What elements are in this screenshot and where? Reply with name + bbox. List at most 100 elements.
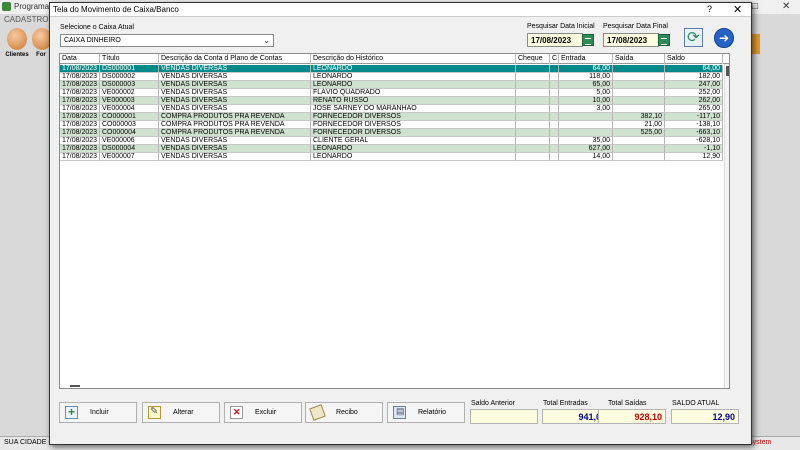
cell-data: 17/08/2023: [60, 145, 100, 153]
cell-c: [550, 81, 559, 89]
table-row[interactable]: 17/08/2023 VE000002 VENDAS DIVERSAS FLÁVIO …: [60, 89, 723, 97]
cell-saldo: -1,10: [665, 145, 723, 153]
cell-cheque: [516, 153, 550, 161]
table-row[interactable]: 17/08/2023 DS000004 VENDAS DIVERSAS LEONARD…: [60, 145, 723, 153]
menu-cadastros[interactable]: CADASTROS: [4, 15, 54, 24]
cell-data: 17/08/2023: [60, 65, 100, 73]
saldo-atual-label: SALDO ATUAL: [672, 400, 720, 407]
table-row[interactable]: 17/08/2023 DS000003 VENDAS DIVERSAS LEONARD…: [60, 81, 723, 89]
horizontal-scroll-thumb[interactable]: [70, 385, 80, 387]
cell-cheque: [516, 73, 550, 81]
date-end-label: Pesquisar Data Final: [603, 23, 668, 30]
cell-cheque: [516, 129, 550, 137]
table-row[interactable]: 17/08/2023 CO000003 COMPRA PRODUTOS PRA RE…: [60, 121, 723, 129]
cell-cheque: [516, 121, 550, 129]
excluir-button[interactable]: Excluir: [224, 402, 302, 423]
col-header-entrada[interactable]: Entrada: [559, 54, 613, 64]
recibo-button[interactable]: Recibo: [305, 402, 383, 423]
cell-conta: VENDAS DIVERSAS: [159, 145, 311, 153]
cell-saida: 21,00: [613, 121, 665, 129]
cell-c: [550, 73, 559, 81]
saldo-anterior-value: [470, 409, 538, 424]
arrow-right-icon[interactable]: ➜: [714, 28, 734, 48]
cell-cheque: [516, 97, 550, 105]
alterar-button[interactable]: Alterar: [142, 402, 220, 423]
maximize-icon[interactable]: □: [752, 1, 758, 12]
cell-historico: LEONARDO: [311, 73, 516, 81]
toolbar-clientes-label: Clientes: [5, 52, 29, 58]
vertical-scroll-thumb[interactable]: [726, 66, 729, 76]
caixa-select-value: CAIXA DINHEIRO: [64, 37, 121, 44]
cell-conta: VENDAS DIVERSAS: [159, 105, 311, 113]
cell-c: [550, 145, 559, 153]
caixa-select[interactable]: CAIXA DINHEIRO ⌄: [60, 34, 274, 47]
background-toolbar-edge: [752, 34, 760, 54]
date-start-calendar-icon[interactable]: [582, 34, 594, 46]
table-row[interactable]: 17/08/2023 VE000003 VENDAS DIVERSAS RENATO …: [60, 97, 723, 105]
saldo-atual-value: 12,90: [671, 409, 739, 424]
col-header-cheque[interactable]: Cheque: [516, 54, 550, 64]
cell-saldo: 262,00: [665, 97, 723, 105]
cell-conta: COMPRA PRODUTOS PRA REVENDA: [159, 113, 311, 121]
help-icon[interactable]: ?: [707, 4, 712, 14]
toolbar-clientes-button[interactable]: Clientes: [3, 28, 31, 62]
cell-entrada: 5,00: [559, 89, 613, 97]
vertical-scrollbar[interactable]: [724, 64, 729, 388]
cell-saldo: 247,00: [665, 81, 723, 89]
cell-historico: LEONARDO: [311, 65, 516, 73]
dialog-title: Tela do Movimento de Caixa/Banco: [53, 5, 179, 14]
movements-grid[interactable]: Data Título Descrição da Conta d Plano d…: [59, 53, 730, 389]
cell-titulo: DS000002: [100, 73, 159, 81]
col-header-saida[interactable]: Saída: [613, 54, 665, 64]
cell-data: 17/08/2023: [60, 89, 100, 97]
report-printer-icon: [393, 406, 406, 419]
relatorio-button[interactable]: Relatório: [387, 402, 465, 423]
col-header-historico[interactable]: Descrição do Histórico: [311, 54, 516, 64]
cell-saldo: 64,00: [665, 65, 723, 73]
col-header-c[interactable]: C: [550, 54, 559, 64]
table-row[interactable]: 17/08/2023 VE000006 VENDAS DIVERSAS CLIENTE…: [60, 137, 723, 145]
refresh-button[interactable]: [684, 28, 703, 47]
cell-saida: [613, 105, 665, 113]
cell-conta: VENDAS DIVERSAS: [159, 89, 311, 97]
date-start-input[interactable]: 17/08/2023: [527, 33, 583, 47]
cell-cheque: [516, 113, 550, 121]
cell-c: [550, 89, 559, 97]
cell-c: [550, 113, 559, 121]
toolbar-fornecedores-button[interactable]: For: [32, 28, 50, 62]
cell-entrada: 35,00: [559, 137, 613, 145]
col-header-conta[interactable]: Descrição da Conta d Plano de Contas: [159, 54, 311, 64]
col-header-titulo[interactable]: Título: [100, 54, 159, 64]
table-row[interactable]: 17/08/2023 CO000004 COMPRA PRODUTOS PRA RE…: [60, 129, 723, 137]
cell-c: [550, 97, 559, 105]
cell-saldo: 12,90: [665, 153, 723, 161]
cell-entrada: 14,00: [559, 153, 613, 161]
incluir-button[interactable]: Incluir: [59, 402, 137, 423]
cell-saldo: 252,00: [665, 89, 723, 97]
table-row[interactable]: 17/08/2023 CO000001 COMPRA PRODUTOS PRA RE…: [60, 113, 723, 121]
background-toolbar: Clientes For: [0, 26, 50, 64]
cell-historico: LEONARDO: [311, 145, 516, 153]
cell-historico: RENATO RUSSO: [311, 97, 516, 105]
add-icon: [65, 405, 78, 419]
cell-saida: [613, 97, 665, 105]
cell-titulo: DS000001: [100, 65, 159, 73]
cell-cheque: [516, 145, 550, 153]
date-end-input[interactable]: 17/08/2023: [603, 33, 659, 47]
cell-titulo: CO000004: [100, 129, 159, 137]
close-icon[interactable]: ✕: [782, 1, 790, 12]
table-row[interactable]: 17/08/2023 DS000001 VENDAS DIVERSAS LEONARD…: [60, 65, 723, 73]
saldo-anterior-label: Saldo Anterior: [471, 400, 515, 407]
table-row[interactable]: 17/08/2023 VE000004 VENDAS DIVERSAS JOSE SA…: [60, 105, 723, 113]
cell-c: [550, 153, 559, 161]
dialog-close-icon[interactable]: ✕: [733, 3, 742, 16]
date-end-calendar-icon[interactable]: [658, 34, 670, 46]
col-header-saldo[interactable]: Saldo: [665, 54, 723, 64]
excluir-label: Excluir: [255, 409, 277, 416]
col-header-data[interactable]: Data: [60, 54, 100, 64]
cell-titulo: DS000003: [100, 81, 159, 89]
table-row[interactable]: 17/08/2023 DS000002 VENDAS DIVERSAS LEONARD…: [60, 73, 723, 81]
total-saidas-label: Total Saídas: [608, 400, 647, 407]
status-city: SUA CIDADE -: [4, 439, 51, 446]
table-row[interactable]: 17/08/2023 VE000007 VENDAS DIVERSAS LEONARD…: [60, 153, 723, 161]
